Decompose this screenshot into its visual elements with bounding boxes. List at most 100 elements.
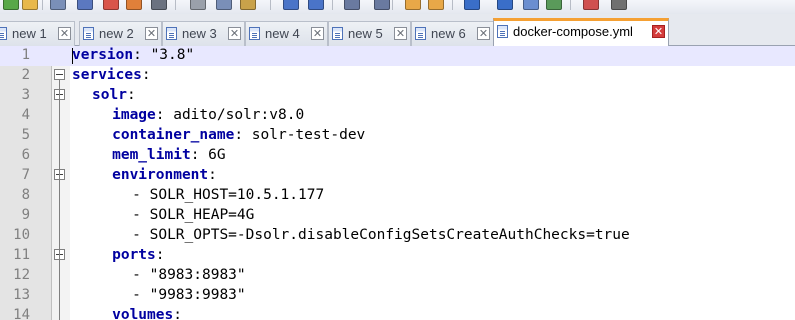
save-all-icon[interactable] — [77, 0, 93, 10]
code-line[interactable]: 9 - SOLR_HEAP=4G — [0, 206, 795, 226]
close-tab-icon[interactable]: ✕ — [58, 27, 71, 40]
tab-new-4[interactable]: new 4 ✕ — [245, 21, 328, 46]
code-line[interactable]: 7 environment: — [0, 166, 795, 186]
code-text: - "8983:8983" — [132, 267, 246, 283]
paste-icon[interactable] — [240, 0, 256, 10]
code-text: environment: — [112, 167, 217, 183]
close-tab-icon[interactable]: ✕ — [652, 25, 665, 38]
line-number: 2 — [21, 67, 30, 83]
line-number: 14 — [13, 307, 30, 320]
yaml-value: - "9983:9983" — [132, 287, 246, 303]
close-tab-icon[interactable]: ✕ — [477, 27, 490, 40]
save-icon[interactable] — [50, 0, 66, 10]
toolbar — [0, 0, 795, 14]
line-number: 11 — [13, 247, 30, 263]
file-icon — [166, 27, 177, 40]
code-text: version: "3.8" — [72, 47, 194, 63]
close-tab-icon[interactable]: ✕ — [394, 27, 407, 40]
tab-bar: new 1 ✕ new 2 ✕ new 3 ✕ new 4 ✕ new 5 ✕ new 6 ✕ dock… — [0, 14, 795, 47]
code-editor[interactable]: 1 version: "3.8" 2 services: 3 solr: 4 image: a… — [0, 46, 795, 320]
print-icon[interactable] — [151, 0, 167, 10]
tab-label: new 5 — [348, 26, 383, 41]
line-number: 12 — [13, 267, 30, 283]
find-icon[interactable] — [344, 0, 360, 10]
open-file-icon[interactable] — [22, 0, 38, 10]
toolbar-separator — [570, 0, 571, 10]
close-icon[interactable] — [103, 0, 119, 10]
tab-docker-compose-yml[interactable]: docker-compose.yml ✕ — [493, 18, 669, 47]
yaml-key: container_name — [112, 127, 235, 143]
yaml-value: - "8983:8983" — [132, 267, 246, 283]
tab-new-1[interactable]: new 1 ✕ — [0, 21, 75, 46]
close-tab-icon[interactable]: ✕ — [145, 27, 158, 40]
sync-scroll-icon[interactable] — [464, 0, 480, 10]
file-icon — [0, 27, 7, 40]
macro-record-icon[interactable] — [583, 0, 599, 10]
undo-icon[interactable] — [283, 0, 299, 10]
cut-icon[interactable] — [190, 0, 206, 10]
line-number: 5 — [21, 127, 30, 143]
line-number: 1 — [21, 47, 30, 63]
code-text: - SOLR_HOST=10.5.1.177 — [132, 187, 324, 203]
yaml-value: : solr-test-dev — [234, 127, 366, 143]
line-number: 10 — [13, 227, 30, 243]
yaml-key: solr — [92, 87, 127, 103]
code-text: - SOLR_HEAP=4G — [132, 207, 254, 223]
yaml-value: : "3.8" — [133, 47, 195, 63]
fold-toggle-icon[interactable] — [54, 69, 65, 80]
code-line[interactable]: 8 - SOLR_HOST=10.5.1.177 — [0, 186, 795, 206]
tab-label: docker-compose.yml — [513, 24, 633, 39]
code-line[interactable]: 2 services: — [0, 66, 795, 86]
indent-guide-icon[interactable] — [546, 0, 562, 10]
yaml-value: : 6G — [190, 147, 226, 163]
show-all-chars-icon[interactable] — [523, 0, 539, 10]
tab-new-6[interactable]: new 6 ✕ — [411, 21, 494, 46]
code-line[interactable]: 11 ports: — [0, 246, 795, 266]
zoom-in-icon[interactable] — [405, 0, 421, 10]
redo-icon[interactable] — [308, 0, 324, 10]
yaml-value: : adito/solr:v8.0 — [155, 107, 305, 123]
tab-label: new 3 — [182, 26, 217, 41]
toolbar-separator — [332, 0, 333, 10]
code-line[interactable]: 14 volumes: — [0, 306, 795, 320]
line-number: 13 — [13, 287, 30, 303]
close-tab-icon[interactable]: ✕ — [228, 27, 241, 40]
line-number: 7 — [21, 167, 30, 183]
code-text: image: adito/solr:v8.0 — [112, 107, 304, 123]
toolbar-separator — [175, 0, 176, 10]
tab-new-2[interactable]: new 2 ✕ — [79, 21, 162, 46]
file-icon — [249, 27, 260, 40]
replace-icon[interactable] — [374, 0, 390, 10]
code-line[interactable]: 6 mem_limit: 6G — [0, 146, 795, 166]
code-line[interactable]: 13 - "9983:9983" — [0, 286, 795, 306]
code-line[interactable]: 1 version: "3.8" — [0, 46, 795, 66]
code-line[interactable]: 3 solr: — [0, 86, 795, 106]
tab-label: new 2 — [99, 26, 134, 41]
file-icon — [332, 27, 343, 40]
yaml-value: - SOLR_HOST=10.5.1.177 — [132, 187, 325, 203]
yaml-value: : — [126, 87, 136, 103]
close-tab-icon[interactable]: ✕ — [311, 27, 324, 40]
word-wrap-icon[interactable] — [497, 0, 513, 10]
code-text: container_name: solr-test-dev — [112, 127, 365, 143]
tab-new-3[interactable]: new 3 ✕ — [162, 21, 245, 46]
close-all-icon[interactable] — [126, 0, 142, 10]
code-line[interactable]: 12 - "8983:8983" — [0, 266, 795, 286]
file-icon — [83, 27, 94, 40]
code-line[interactable]: 5 container_name: solr-test-dev — [0, 126, 795, 146]
tab-new-5[interactable]: new 5 ✕ — [328, 21, 411, 46]
line-number: 6 — [21, 147, 30, 163]
new-file-icon[interactable] — [3, 0, 19, 10]
code-line[interactable]: 10 - SOLR_OPTS=-Dsolr.disableConfigSetsCr… — [0, 226, 795, 246]
yaml-key: volumes — [112, 307, 174, 320]
toolbar-separator — [392, 0, 393, 10]
code-line[interactable]: 4 image: adito/solr:v8.0 — [0, 106, 795, 126]
macro-stop-icon[interactable] — [611, 0, 627, 10]
zoom-out-icon[interactable] — [428, 0, 444, 10]
tab-label: new 1 — [12, 26, 47, 41]
yaml-key: version — [72, 47, 134, 63]
yaml-key: image — [112, 107, 156, 123]
toolbar-separator — [452, 0, 453, 10]
copy-icon[interactable] — [216, 0, 232, 10]
line-number: 3 — [21, 87, 30, 103]
